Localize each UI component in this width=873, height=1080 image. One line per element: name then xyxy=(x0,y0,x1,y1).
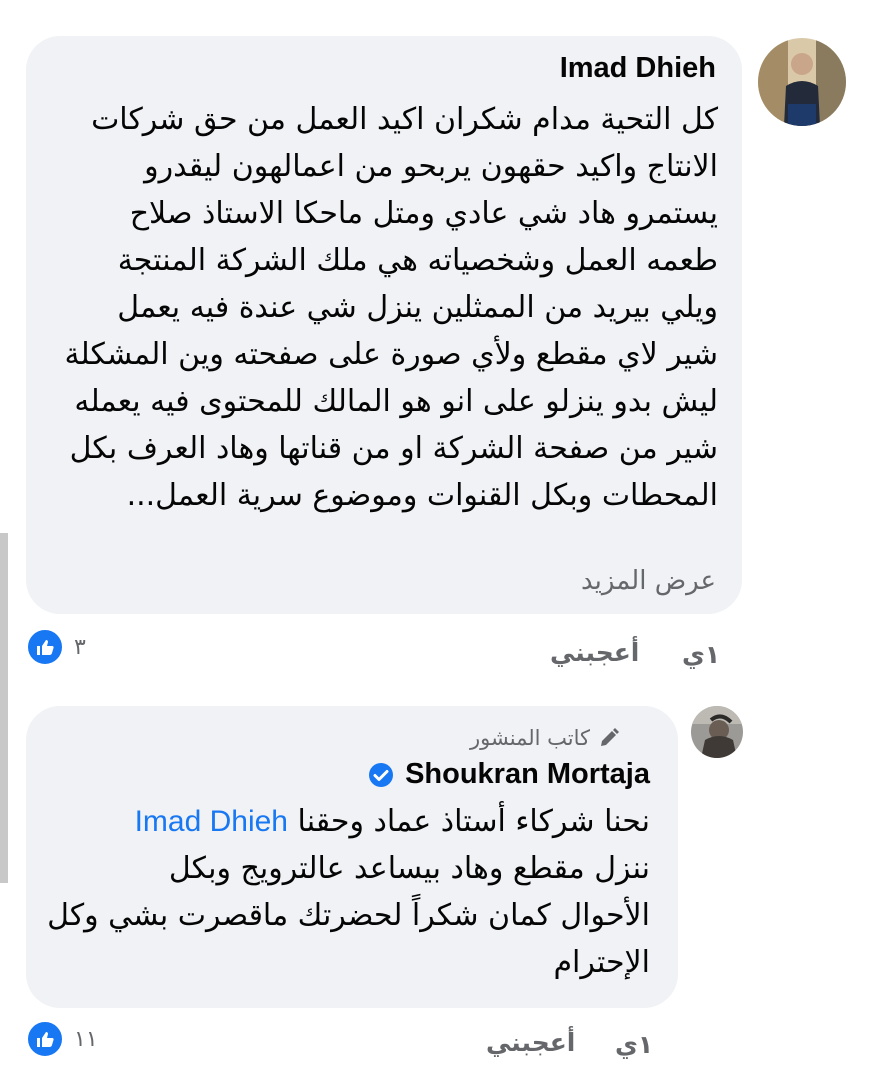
comment-bubble: Imad Dhieh كل التحية مدام شكران اكيد الع… xyxy=(26,36,742,614)
reply-reaction-count: ١١ xyxy=(74,1026,98,1052)
scroll-edge-bar xyxy=(0,533,8,883)
reply-time[interactable]: ١ي xyxy=(615,1030,653,1059)
comment-line: الانتاج واكيد حقهون يربحو من اعمالهون لي… xyxy=(144,149,718,184)
reply-like-button[interactable]: أعجبني xyxy=(486,1028,575,1057)
person-photo-icon xyxy=(691,706,743,758)
reply-text: نحنا شركاء أستاذ عماد وحقنا Imad Dhieh ن… xyxy=(47,798,650,986)
see-more-link[interactable]: عرض المزيد xyxy=(581,566,716,596)
commenter-avatar[interactable] xyxy=(758,38,846,126)
comment-line: كل التحية مدام شكران اكيد العمل من حق شر… xyxy=(91,102,718,137)
reply-author-name[interactable]: Shoukran Mortaja xyxy=(405,758,650,791)
mention-link[interactable]: Imad Dhieh xyxy=(135,805,288,838)
comment-line: شير من صفحة الشركة او من قناتها وهاد الع… xyxy=(69,431,718,466)
comment-text: كل التحية مدام شكران اكيد العمل من حق شر… xyxy=(64,96,718,519)
reply-line-text: نحنا شركاء أستاذ عماد وحقنا xyxy=(297,804,650,839)
comment-time[interactable]: ١ي xyxy=(682,640,720,669)
like-reaction-icon xyxy=(26,1020,64,1058)
like-button[interactable]: أعجبني xyxy=(550,638,639,667)
author-badge-label: كاتب المنشور xyxy=(470,726,590,750)
comment-line: ليش بدو ينزلو على انو هو المالك للمحتوى … xyxy=(74,384,718,419)
comment-author-name[interactable]: Imad Dhieh xyxy=(560,52,716,85)
reaction-summary[interactable]: ٣ xyxy=(26,628,86,666)
person-photo-icon xyxy=(758,38,846,126)
comment-line: يستمرو هاد شي عادي ومتل ماحكا الاستاذ صل… xyxy=(129,196,718,231)
reply-reaction-summary[interactable]: ١١ xyxy=(26,1020,98,1058)
comment-line: المحطات وبكل القنوات وموضوع سرية العمل..… xyxy=(126,478,718,513)
author-badge-row: كاتب المنشور xyxy=(470,726,620,750)
reply-line: ننزل مقطع وهاد بيساعد عالترويج وبكل xyxy=(168,851,650,886)
reply-author-row: Shoukran Mortaja xyxy=(367,758,650,791)
reaction-count: ٣ xyxy=(74,634,86,660)
like-reaction-icon xyxy=(26,628,64,666)
reply-line: الإحترام xyxy=(553,945,650,980)
comment-line: طعمه العمل وشخصياته هي ملك الشركة المنتج… xyxy=(117,243,718,278)
reply-bubble: كاتب المنشور Shoukran Mortaja نحنا شركاء… xyxy=(26,706,678,1008)
comment-line: ويلي بيريد من الممثلين ينزل شي عندة فيه … xyxy=(117,290,718,325)
verified-badge-icon xyxy=(369,762,394,787)
pencil-icon xyxy=(601,728,619,746)
reply-avatar[interactable] xyxy=(691,706,743,758)
comment-line: شير لاي مقطع ولأي صورة على صفحته وين الم… xyxy=(64,337,718,372)
reply-line: الأحوال كمان شكراً لحضرتك ماقصرت بشي وكل xyxy=(47,898,650,933)
reply-line: نحنا شركاء أستاذ عماد وحقنا Imad Dhieh xyxy=(47,798,650,845)
